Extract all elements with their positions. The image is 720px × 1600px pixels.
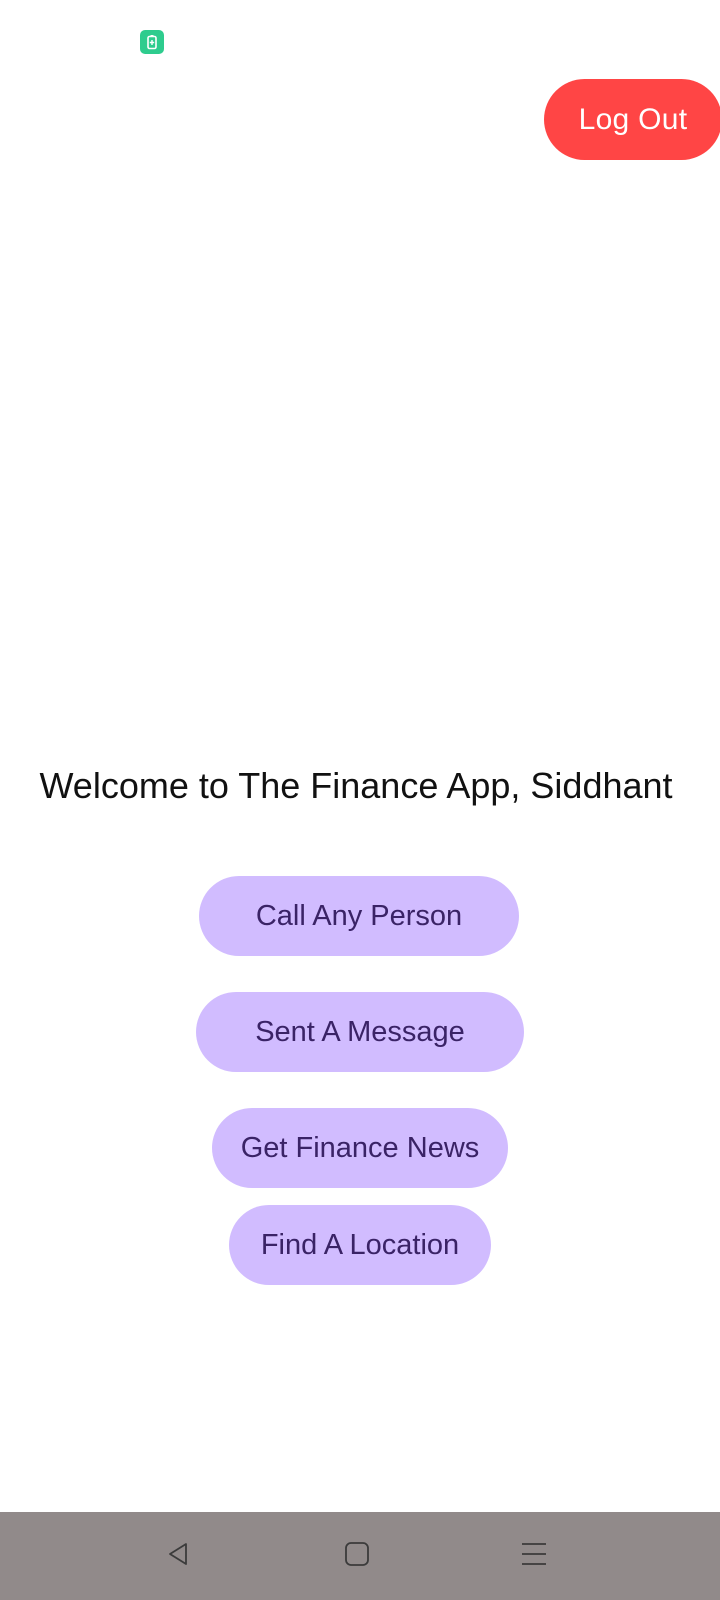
get-finance-news-button[interactable]: Get Finance News	[212, 1108, 508, 1188]
recents-icon	[520, 1540, 548, 1573]
logout-button[interactable]: Log Out	[544, 79, 720, 160]
app-screen: Log Out Welcome to The Finance App, Sidd…	[0, 0, 720, 1600]
find-location-button[interactable]: Find A Location	[229, 1205, 491, 1285]
welcome-message: Welcome to The Finance App, Siddhant	[39, 765, 673, 806]
send-message-button[interactable]: Sent A Message	[196, 992, 524, 1072]
battery-saver-icon	[140, 30, 164, 54]
back-button[interactable]	[156, 1534, 200, 1578]
home-icon	[343, 1540, 371, 1573]
call-any-person-button[interactable]: Call Any Person	[199, 876, 519, 956]
navigation-bar	[0, 1512, 720, 1600]
recents-button[interactable]	[512, 1534, 556, 1578]
status-bar	[0, 0, 720, 70]
home-button[interactable]	[335, 1534, 379, 1578]
back-icon	[164, 1540, 192, 1573]
